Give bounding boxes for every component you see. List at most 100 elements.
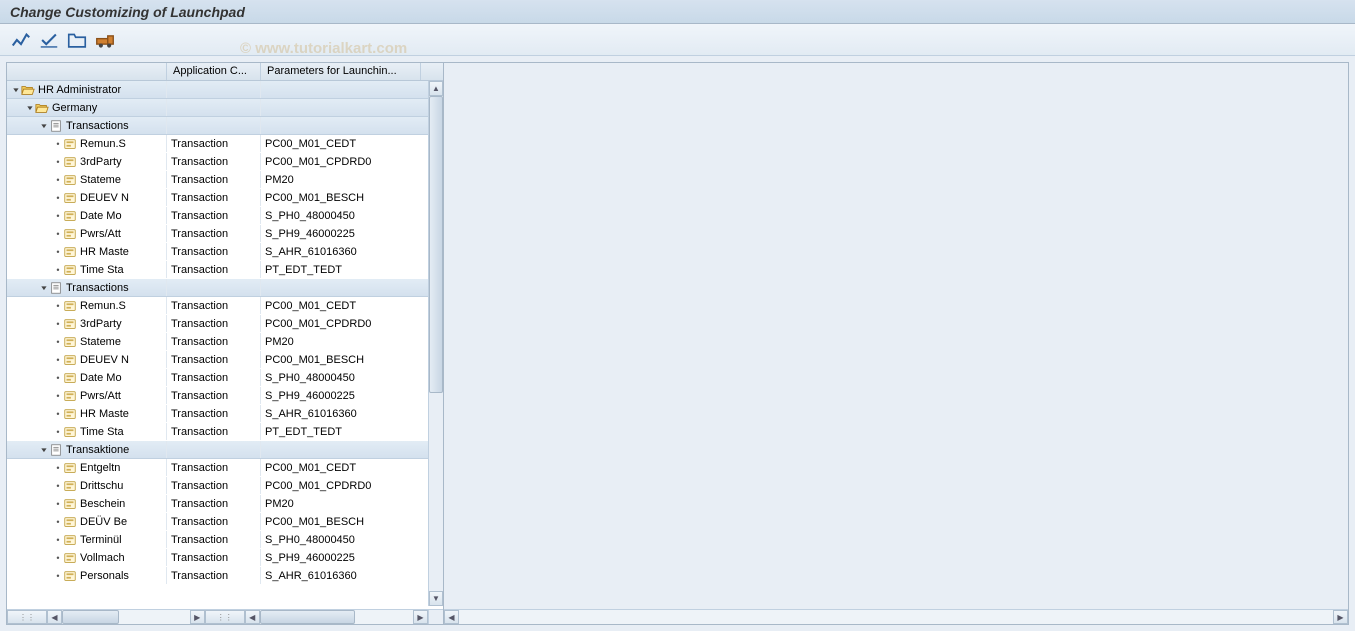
app-category-cell: Transaction: [167, 405, 261, 422]
tree-item-label: Transaktione: [66, 444, 129, 456]
tree-folder-row[interactable]: ▼ Transaktione: [7, 441, 443, 459]
tree-folder-row[interactable]: ▼HR Administrator: [7, 81, 443, 99]
tree-folder-row[interactable]: ▼Transactions: [7, 279, 443, 297]
scroll-right-icon[interactable]: ▶: [1333, 610, 1348, 624]
bullet-icon: •: [53, 355, 63, 365]
param-cell: PC00_M01_BESCH: [261, 351, 421, 368]
param-cell: PM20: [261, 495, 421, 512]
doc-icon: [49, 119, 63, 133]
page-title: Change Customizing of Launchpad: [0, 0, 1355, 24]
scrollbar-thumb-h2[interactable]: [260, 610, 355, 624]
app-category-cell: Transaction: [167, 225, 261, 242]
tree-item-row[interactable]: •Pwrs/AttTransactionS_PH9_46000225: [7, 387, 443, 405]
tree-item-row[interactable]: •StatemeTransactionPM20: [7, 171, 443, 189]
param-cell: PC00_M01_CPDRD0: [261, 477, 421, 494]
scrollbar-thumb-h[interactable]: [62, 610, 119, 624]
doc-icon: [49, 281, 63, 295]
tx-icon: [63, 569, 77, 583]
tree-item-row[interactable]: •HR MasteTransactionS_AHR_61016360: [7, 243, 443, 261]
app-category-cell: [167, 441, 261, 458]
tree-folder-row[interactable]: ▼Transactions: [7, 117, 443, 135]
tx-icon: [63, 371, 77, 385]
tree-item-label: Vollmach: [80, 552, 125, 564]
scroll-left-icon[interactable]: ◀: [444, 610, 459, 624]
transport-icon[interactable]: [94, 30, 116, 50]
tree-item-label: HR Maste: [80, 408, 129, 420]
scroll-down-icon[interactable]: ▼: [429, 591, 443, 606]
tree-item-row[interactable]: •3rdPartyTransactionPC00_M01_CPDRD0: [7, 315, 443, 333]
param-cell: S_PH0_48000450: [261, 531, 421, 548]
param-cell: S_AHR_61016360: [261, 243, 421, 260]
tree-item-row[interactable]: •DEÜV BeTransactionPC00_M01_BESCH: [7, 513, 443, 531]
folder-open-icon: [21, 83, 35, 97]
tx-icon: [63, 209, 77, 223]
column-resize-grip[interactable]: ⋮⋮: [205, 610, 245, 624]
tree-item-row[interactable]: •StatemeTransactionPM20: [7, 333, 443, 351]
tree-item-row[interactable]: •Date MoTransactionS_PH0_48000450: [7, 369, 443, 387]
app-category-cell: Transaction: [167, 261, 261, 278]
new-folder-icon[interactable]: [66, 30, 88, 50]
folder-open-icon: [35, 101, 49, 115]
tree-item-row[interactable]: •3rdPartyTransactionPC00_M01_CPDRD0: [7, 153, 443, 171]
tree-item-row[interactable]: •DrittschuTransactionPC00_M01_CPDRD0: [7, 477, 443, 495]
tree-item-row[interactable]: •Time StaTransactionPT_EDT_TEDT: [7, 423, 443, 441]
app-category-cell: [167, 279, 261, 296]
column-header-tree[interactable]: [7, 63, 167, 80]
check-icon[interactable]: [38, 30, 60, 50]
tree-item-row[interactable]: •VollmachTransactionS_PH9_46000225: [7, 549, 443, 567]
horizontal-scrollbar-left[interactable]: ⋮⋮ ◀ ▶ ⋮⋮ ◀ ▶: [7, 609, 428, 624]
tree-item-row[interactable]: •Date MoTransactionS_PH0_48000450: [7, 207, 443, 225]
param-cell: S_PH9_46000225: [261, 549, 421, 566]
tree-item-label: 3rdParty: [80, 318, 122, 330]
tree-item-row[interactable]: •Remun.STransactionPC00_M01_CEDT: [7, 297, 443, 315]
toggle-display-icon[interactable]: [10, 30, 32, 50]
bullet-icon: •: [53, 139, 63, 149]
scroll-right-icon[interactable]: ▶: [413, 610, 428, 624]
vertical-scrollbar[interactable]: ▲ ▼: [428, 81, 443, 606]
horizontal-scrollbar-right[interactable]: ◀ ▶: [444, 609, 1348, 624]
scrollbar-thumb[interactable]: [429, 96, 443, 393]
tree-item-row[interactable]: •TerminülTransactionS_PH0_48000450: [7, 531, 443, 549]
tree-item-row[interactable]: •Time StaTransactionPT_EDT_TEDT: [7, 261, 443, 279]
tx-icon: [63, 353, 77, 367]
param-cell: PC00_M01_BESCH: [261, 189, 421, 206]
tree-item-row[interactable]: •Remun.STransactionPC00_M01_CEDT: [7, 135, 443, 153]
expander-icon[interactable]: ▼: [39, 284, 49, 291]
bullet-icon: •: [53, 265, 63, 275]
scroll-left-icon[interactable]: ◀: [245, 610, 260, 624]
column-resize-grip[interactable]: ⋮⋮: [7, 610, 47, 624]
expander-icon[interactable]: ▼: [25, 104, 35, 111]
scroll-right-icon[interactable]: ▶: [190, 610, 205, 624]
app-category-cell: Transaction: [167, 531, 261, 548]
expander-icon[interactable]: ▼: [39, 122, 49, 129]
scroll-left-icon[interactable]: ◀: [47, 610, 62, 624]
tree-item-row[interactable]: •HR MasteTransactionS_AHR_61016360: [7, 405, 443, 423]
param-cell: [261, 441, 421, 458]
tree-item-label: DEÜV Be: [80, 516, 127, 528]
app-category-cell: Transaction: [167, 549, 261, 566]
tree-item-row[interactable]: •DEUEV NTransactionPC00_M01_BESCH: [7, 189, 443, 207]
tree-item-row[interactable]: •EntgeltnTransactionPC00_M01_CEDT: [7, 459, 443, 477]
param-cell: [261, 99, 421, 116]
app-category-cell: Transaction: [167, 171, 261, 188]
tree-item-row[interactable]: •Pwrs/AttTransactionS_PH9_46000225: [7, 225, 443, 243]
tree-body: ▼HR Administrator▼Germany▼Transactions•R…: [7, 81, 443, 624]
tree-item-label: Date Mo: [80, 210, 122, 222]
tree-item-row[interactable]: •PersonalsTransactionS_AHR_61016360: [7, 567, 443, 585]
bullet-icon: •: [53, 373, 63, 383]
app-category-cell: Transaction: [167, 459, 261, 476]
scroll-up-icon[interactable]: ▲: [429, 81, 443, 96]
app-category-cell: Transaction: [167, 567, 261, 584]
tree-item-row[interactable]: •BescheinTransactionPM20: [7, 495, 443, 513]
app-category-cell: [167, 117, 261, 134]
column-header-param[interactable]: Parameters for Launchin...: [261, 63, 421, 80]
expander-icon[interactable]: ▼: [11, 86, 21, 93]
bullet-icon: •: [53, 427, 63, 437]
app-category-cell: Transaction: [167, 207, 261, 224]
tree-folder-row[interactable]: ▼Germany: [7, 99, 443, 117]
column-header-app[interactable]: Application C...: [167, 63, 261, 80]
expander-icon[interactable]: ▼: [39, 446, 49, 453]
tree-item-row[interactable]: •DEUEV NTransactionPC00_M01_BESCH: [7, 351, 443, 369]
tree-item-label: HR Maste: [80, 246, 129, 258]
param-cell: [261, 117, 421, 134]
